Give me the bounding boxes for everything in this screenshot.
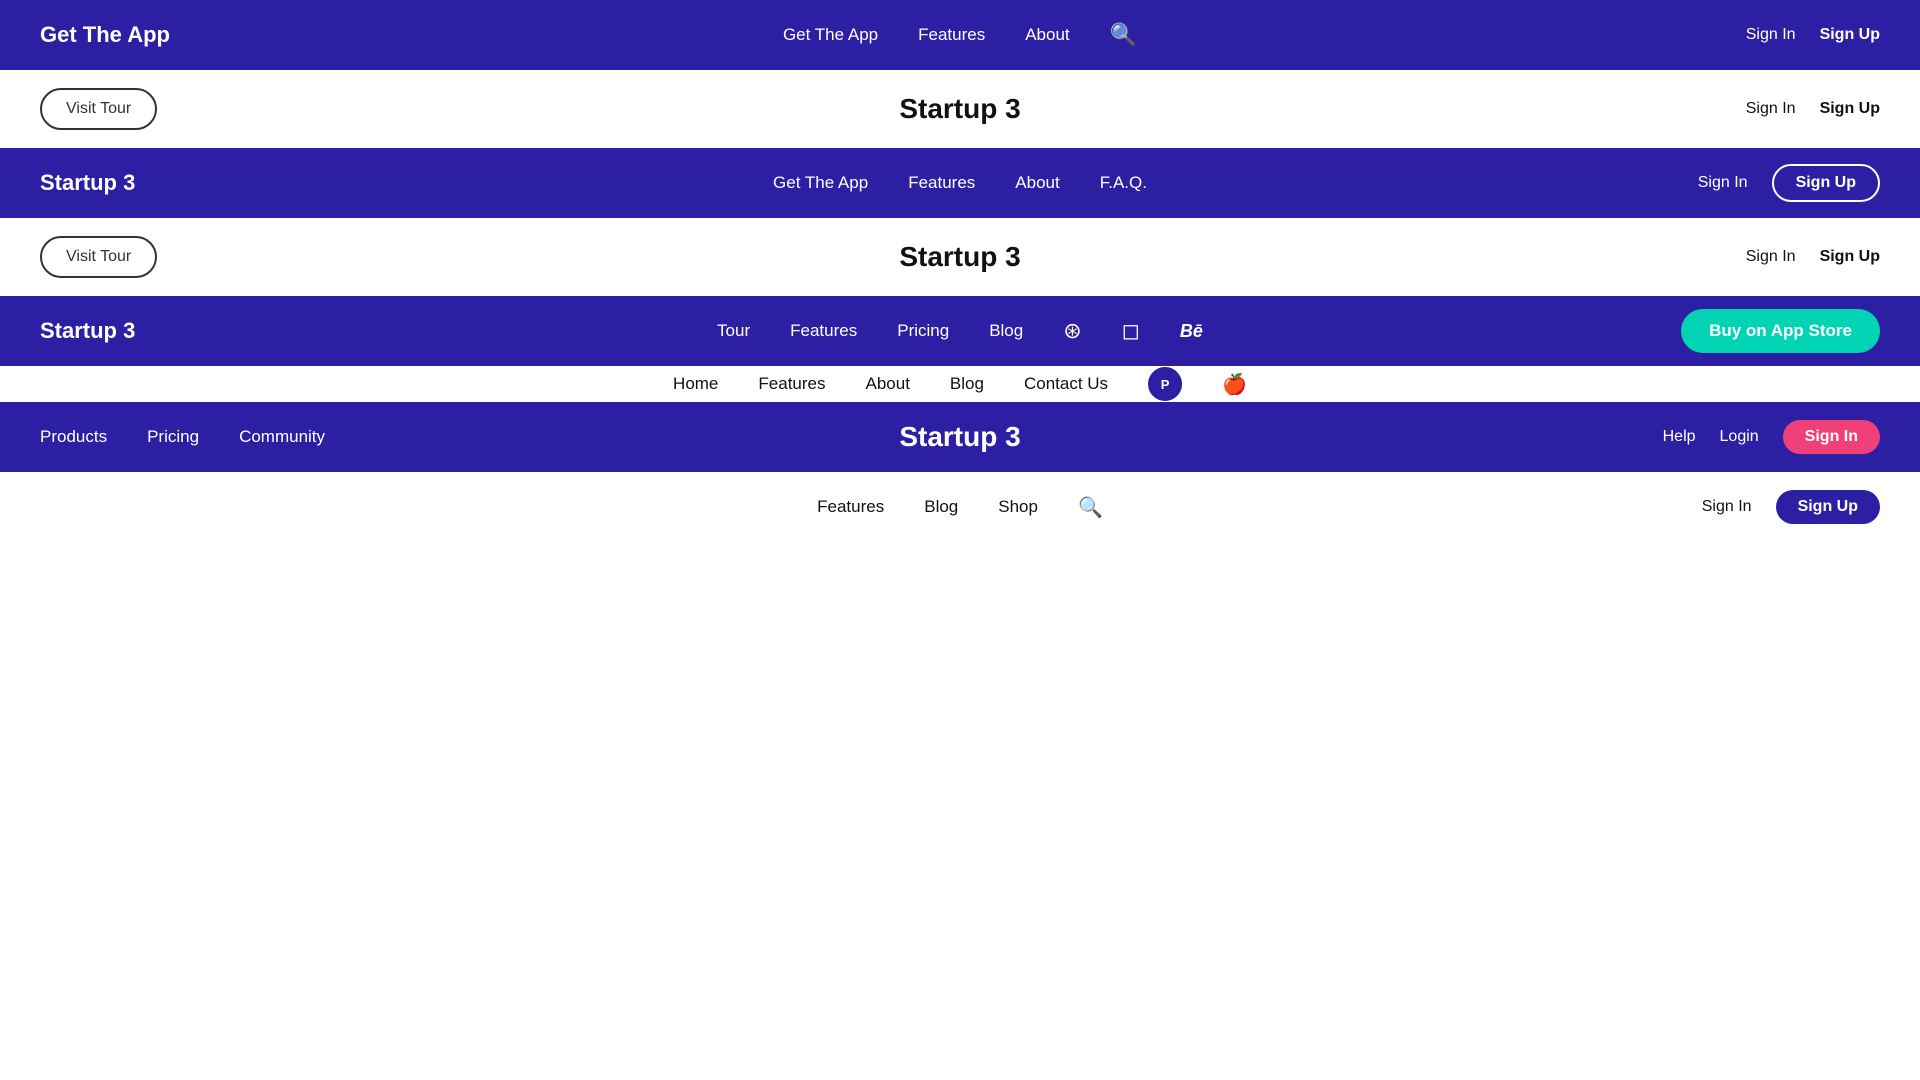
content-links-3: Home Features About Blog Contact Us P 🍎 — [673, 367, 1247, 401]
nav-features-4[interactable]: Features — [817, 497, 884, 517]
signin-content-4[interactable]: Sign In — [1702, 498, 1752, 516]
content-links-4: Features Blog Shop 🔍 — [817, 495, 1103, 520]
content-row-2: Visit Tour Startup 3 Sign In Sign Up — [0, 218, 1920, 296]
behance-icon[interactable]: Bē — [1180, 321, 1203, 342]
nav-get-the-app-1[interactable]: Get The App — [783, 25, 878, 45]
nav-features-3[interactable]: Features — [790, 321, 857, 341]
search-icon-1[interactable]: 🔍 — [1110, 22, 1137, 48]
signin-content-2[interactable]: Sign In — [1746, 248, 1796, 266]
signup-content-2[interactable]: Sign Up — [1820, 248, 1880, 266]
nav-products-4[interactable]: Products — [40, 427, 107, 447]
search-icon-4[interactable]: 🔍 — [1078, 495, 1103, 520]
nav-community-4[interactable]: Community — [239, 427, 325, 447]
nav-links-3: Tour Features Pricing Blog ⊛ ◻ Bē — [717, 318, 1203, 344]
content-title-2: Startup 3 — [899, 241, 1020, 273]
nav-right-3: Buy on App Store — [1681, 309, 1880, 353]
content-right-2: Sign In Sign Up — [1746, 248, 1880, 266]
nav-faq-2[interactable]: F.A.Q. — [1100, 173, 1147, 193]
navbar-4: Products Pricing Community Startup 3 Hel… — [0, 402, 1920, 472]
content-right-4: Sign In Sign Up — [1702, 490, 1880, 524]
content-row-1: Visit Tour Startup 3 Sign In Sign Up — [0, 70, 1920, 148]
nav-links-1: Get The App Features About 🔍 — [783, 22, 1137, 48]
nav-left-4: Products Pricing Community — [40, 427, 325, 447]
signin-button-2[interactable]: Sign In — [1698, 174, 1748, 192]
nav-tour-3[interactable]: Tour — [717, 321, 750, 341]
visit-tour-button-2[interactable]: Visit Tour — [40, 236, 157, 278]
login-button-4[interactable]: Login — [1720, 428, 1759, 446]
brand-4-center: Startup 3 — [899, 421, 1020, 453]
signup-content-1[interactable]: Sign Up — [1820, 100, 1880, 118]
instagram-icon[interactable]: ◻ — [1122, 318, 1140, 344]
nav-about-2[interactable]: About — [1015, 173, 1059, 193]
nav-pricing-4[interactable]: Pricing — [147, 427, 199, 447]
content-row-4: Features Blog Shop 🔍 Sign In Sign Up — [0, 472, 1920, 542]
nav-links-2: Get The App Features About F.A.Q. — [773, 173, 1147, 193]
nav-about-content-3[interactable]: About — [865, 374, 909, 394]
nav-blog-3[interactable]: Blog — [989, 321, 1023, 341]
buy-app-store-button[interactable]: Buy on App Store — [1681, 309, 1880, 353]
nav-right-2: Sign In Sign Up — [1698, 164, 1880, 202]
nav-right-4: Help Login Sign In — [1663, 420, 1880, 454]
content-row-3: Home Features About Blog Contact Us P 🍎 — [0, 366, 1920, 402]
signup-button-1[interactable]: Sign Up — [1820, 26, 1880, 44]
nav-shop-4[interactable]: Shop — [998, 497, 1038, 517]
signup-content-4[interactable]: Sign Up — [1776, 490, 1880, 524]
nav-home-3[interactable]: Home — [673, 374, 718, 394]
content-title-1: Startup 3 — [899, 93, 1020, 125]
brand-3: Startup 3 — [40, 318, 135, 344]
content-right-1: Sign In Sign Up — [1746, 100, 1880, 118]
signin-button-4[interactable]: Sign In — [1783, 420, 1880, 454]
nav-features-2[interactable]: Features — [908, 173, 975, 193]
help-button-4[interactable]: Help — [1663, 428, 1696, 446]
navbar-2: Startup 3 Get The App Features About F.A… — [0, 148, 1920, 218]
nav-right-1: Sign In Sign Up — [1746, 26, 1880, 44]
signup-button-2[interactable]: Sign Up — [1772, 164, 1880, 202]
nav-contact-3[interactable]: Contact Us — [1024, 374, 1108, 394]
dribbble-icon[interactable]: ⊛ — [1063, 318, 1081, 344]
nav-blog-content-3[interactable]: Blog — [950, 374, 984, 394]
visit-tour-button-1[interactable]: Visit Tour — [40, 88, 157, 130]
producthunt-icon[interactable]: P — [1148, 367, 1182, 401]
navbar-3: Startup 3 Tour Features Pricing Blog ⊛ ◻… — [0, 296, 1920, 366]
signin-content-1[interactable]: Sign In — [1746, 100, 1796, 118]
nav-features-content-3[interactable]: Features — [758, 374, 825, 394]
navbar-1: Get The App Get The App Features About 🔍… — [0, 0, 1920, 70]
nav-features-1[interactable]: Features — [918, 25, 985, 45]
brand-2: Startup 3 — [40, 170, 135, 196]
nav-pricing-3[interactable]: Pricing — [897, 321, 949, 341]
nav-get-the-app-2[interactable]: Get The App — [773, 173, 868, 193]
nav-about-1[interactable]: About — [1025, 25, 1069, 45]
brand-1: Get The App — [40, 22, 170, 48]
nav-blog-4[interactable]: Blog — [924, 497, 958, 517]
signin-button-1[interactable]: Sign In — [1746, 26, 1796, 44]
apple-icon[interactable]: 🍎 — [1222, 372, 1247, 397]
